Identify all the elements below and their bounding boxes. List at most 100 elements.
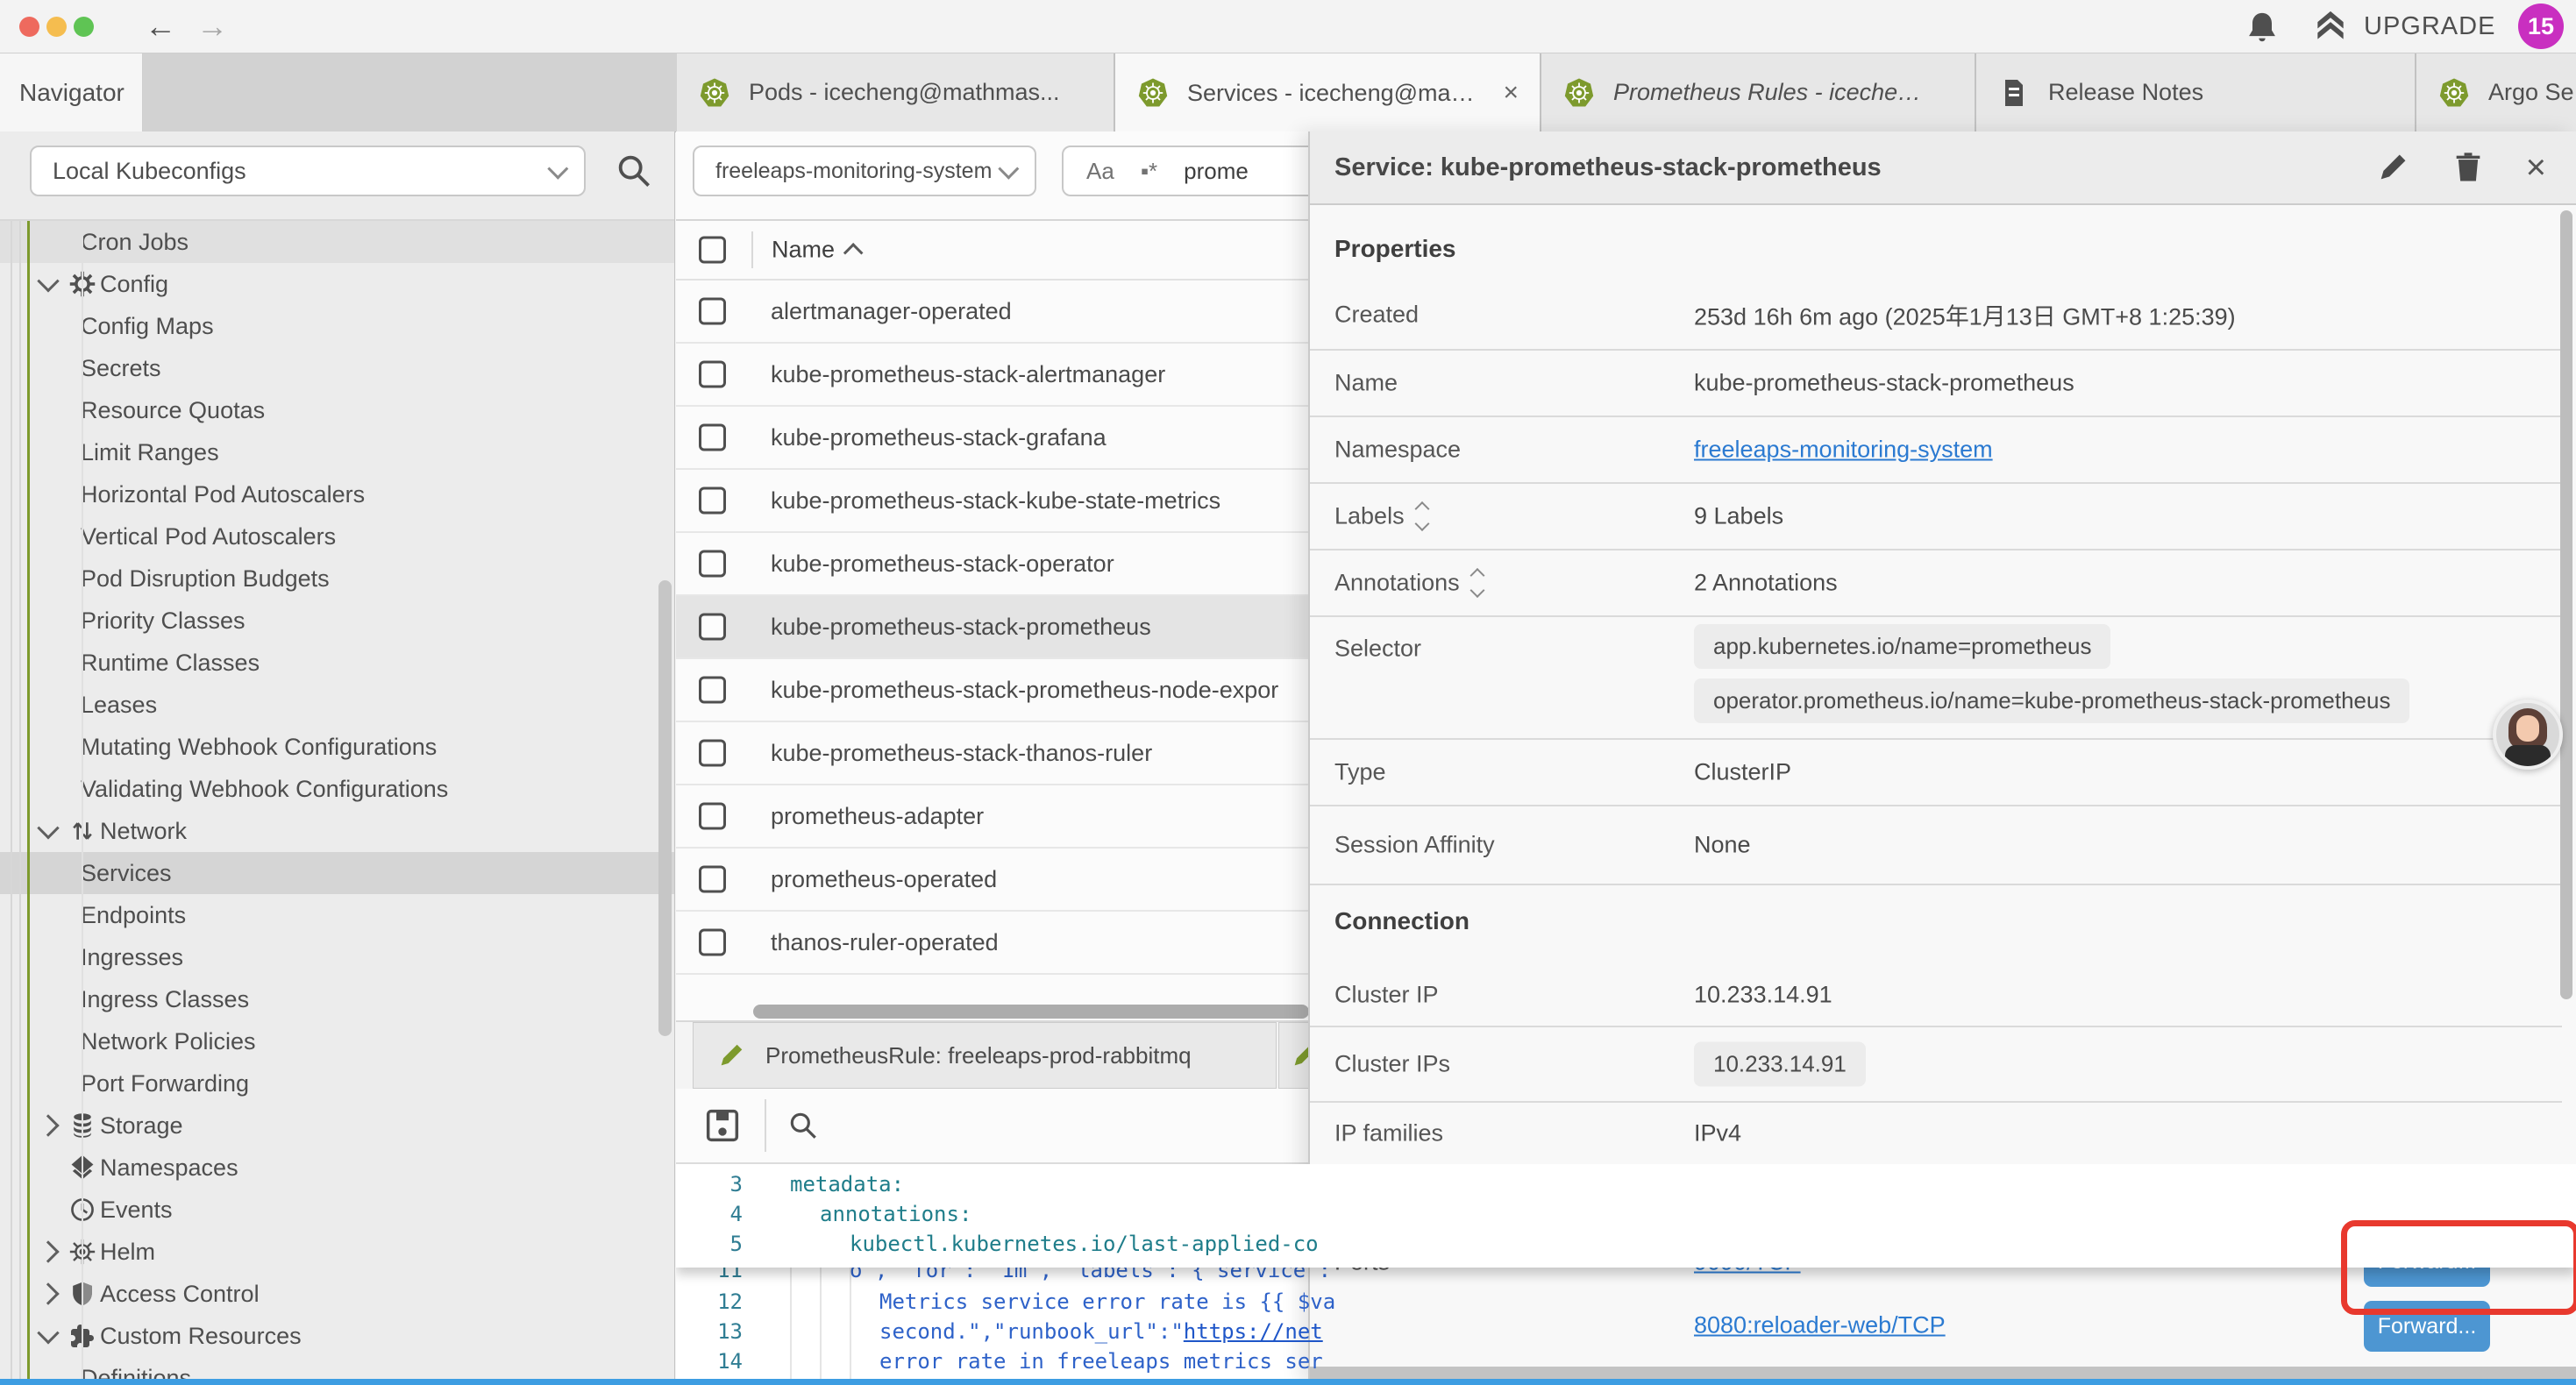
sidebar-item-storage[interactable]: Storage [0, 1104, 674, 1147]
sidebar-item-config[interactable]: Config [0, 263, 674, 305]
save-icon[interactable] [704, 1107, 741, 1144]
chevron-down-icon[interactable] [37, 817, 59, 839]
sidebar-item-network[interactable]: Network [0, 810, 674, 852]
close-traffic-light[interactable] [19, 17, 39, 37]
chevron-right-icon[interactable] [37, 1282, 59, 1304]
sidebar-item-priority-classes[interactable]: Priority Classes [0, 600, 674, 642]
sidebar-item-leases[interactable]: Leases [0, 684, 674, 726]
expand-collapse-icon[interactable] [1417, 504, 1427, 529]
row-checkbox[interactable] [699, 361, 726, 388]
sidebar-item-label: Network [100, 818, 187, 845]
sidebar-item-label: Secrets [81, 355, 161, 382]
tab-label: Prometheus Rules - icecheng... [1613, 79, 1929, 106]
selector-chip: operator.prometheus.io/name=kube-prometh… [1694, 678, 2409, 723]
user-avatar[interactable] [2493, 700, 2563, 770]
kubernetes-icon [698, 76, 731, 110]
sidebar-item-vertical-pod-autoscalers[interactable]: Vertical Pod Autoscalers [0, 515, 674, 558]
sidebar-item-cron-jobs[interactable]: Cron Jobs [0, 221, 674, 263]
notifications-bell-icon[interactable] [2243, 9, 2281, 47]
tab-argo-se[interactable]: Argo Se [2416, 53, 2576, 131]
namespaces-icon [65, 1151, 100, 1184]
row-checkbox[interactable] [699, 550, 726, 578]
regex-toggle[interactable]: ▪* [1141, 158, 1157, 185]
chevron-right-icon[interactable] [37, 1114, 59, 1136]
sidebar-item-secrets[interactable]: Secrets [0, 347, 674, 389]
sidebar-item-events[interactable]: Events [0, 1189, 674, 1231]
row-checkbox[interactable] [699, 298, 726, 325]
zoom-traffic-light[interactable] [74, 17, 94, 37]
namespace-link[interactable]: freeleaps-monitoring-system [1694, 437, 1993, 463]
yaml-editor[interactable]: 11o", "for": "1m", "labels": {"service":… [676, 1164, 2576, 1379]
puzzle-icon [65, 1319, 100, 1353]
row-checkbox[interactable] [699, 740, 726, 767]
sidebar-item-ingresses[interactable]: Ingresses [0, 936, 674, 978]
editor-tab-prometheusrule[interactable]: PrometheusRule: freeleaps-prod-rabbitmq [693, 1022, 1277, 1089]
upgrade-button[interactable]: UPGRADE [2311, 7, 2495, 46]
back-icon[interactable]: ← [145, 5, 176, 47]
service-name: kube-prometheus-stack-alertmanager [771, 361, 1165, 388]
tab-prometheus-rules-icecheng[interactable]: Prometheus Rules - icecheng... [1541, 53, 1976, 131]
connection-row-cluster-ip: Cluster IP 10.233.14.91 [1310, 964, 2562, 1027]
expand-collapse-icon[interactable] [1472, 571, 1483, 596]
property-row-selector: Selector app.kubernetes.io/name=promethe… [1310, 617, 2562, 740]
row-checkbox[interactable] [699, 424, 726, 451]
panel-scrollbar[interactable] [2560, 210, 2572, 999]
shield-icon [65, 1277, 100, 1310]
sidebar-item-endpoints[interactable]: Endpoints [0, 894, 674, 936]
row-checkbox[interactable] [699, 614, 726, 641]
sidebar-item-port-forwarding[interactable]: Port Forwarding [0, 1062, 674, 1104]
notification-count-badge[interactable]: 15 [2518, 4, 2564, 49]
close-icon[interactable]: × [2526, 150, 2546, 185]
chevron-down-icon[interactable] [37, 1322, 59, 1344]
sidebar-item-runtime-classes[interactable]: Runtime Classes [0, 642, 674, 684]
chevron-right-icon[interactable] [37, 1240, 59, 1262]
sidebar-item-label: Ingresses [81, 944, 183, 971]
kubeconfig-selector[interactable]: Local Kubeconfigs [30, 146, 586, 196]
sidebar-item-validating-webhook-configurations[interactable]: Validating Webhook Configurations [0, 768, 674, 810]
close-tab-icon[interactable]: × [1503, 78, 1519, 108]
horizontal-scrollbar[interactable] [753, 1005, 1309, 1019]
select-all-checkbox[interactable] [699, 237, 726, 264]
editor-tab-partial[interactable] [1278, 1022, 1309, 1089]
sidebar-item-resource-quotas[interactable]: Resource Quotas [0, 389, 674, 431]
sidebar-item-label: Helm [100, 1239, 155, 1266]
chevron-down-icon[interactable] [37, 270, 59, 292]
runbook-url-link[interactable]: https://net [1184, 1319, 1323, 1344]
filter-query-text: prome [1184, 158, 1249, 185]
sidebar-item-namespaces[interactable]: Namespaces [0, 1147, 674, 1189]
row-checkbox[interactable] [699, 677, 726, 704]
sidebar-item-label: Pod Disruption Budgets [81, 565, 330, 593]
tab-pods-icecheng-mathmas[interactable]: Pods - icecheng@mathmas... [677, 53, 1115, 131]
sidebar-search-icon[interactable] [614, 151, 654, 191]
sidebar-item-access-control[interactable]: Access Control [0, 1273, 674, 1315]
property-row-labels: Labels 9 Labels [1310, 484, 2562, 550]
name-column-header[interactable]: Name [772, 237, 863, 264]
editor-search-icon[interactable] [786, 1109, 820, 1142]
delete-trash-icon[interactable] [2451, 150, 2486, 185]
sidebar-scrollbar[interactable] [658, 580, 672, 1036]
sidebar-item-horizontal-pod-autoscalers[interactable]: Horizontal Pod Autoscalers [0, 473, 674, 515]
navigator-panel-tab[interactable]: Navigator [0, 53, 143, 131]
tab-release-notes[interactable]: Release Notes [1976, 53, 2416, 131]
edit-pencil-icon[interactable] [2375, 150, 2410, 185]
row-checkbox[interactable] [699, 803, 726, 830]
property-row-created: Created 253d 16h 6m ago (2025年1月13日 GMT+… [1310, 281, 2562, 351]
sidebar-item-mutating-webhook-configurations[interactable]: Mutating Webhook Configurations [0, 726, 674, 768]
sidebar-item-limit-ranges[interactable]: Limit Ranges [0, 431, 674, 473]
sidebar-item-pod-disruption-budgets[interactable]: Pod Disruption Budgets [0, 558, 674, 600]
row-checkbox[interactable] [699, 929, 726, 956]
namespace-selector[interactable]: freeleaps-monitoring-system [693, 146, 1036, 196]
sidebar-item-services[interactable]: Services [0, 852, 674, 894]
sidebar-item-ingress-classes[interactable]: Ingress Classes [0, 978, 674, 1020]
row-checkbox[interactable] [699, 866, 726, 893]
tab-services-icecheng-math[interactable]: Services - icecheng@math...× [1115, 53, 1541, 132]
match-case-toggle[interactable]: Aa [1086, 158, 1114, 185]
sidebar-item-config-maps[interactable]: Config Maps [0, 305, 674, 347]
minimize-traffic-light[interactable] [46, 17, 67, 37]
sidebar-item-label: Network Policies [81, 1028, 256, 1055]
sidebar-item-helm[interactable]: Helm [0, 1231, 674, 1273]
sidebar-item-network-policies[interactable]: Network Policies [0, 1020, 674, 1062]
row-checkbox[interactable] [699, 487, 726, 515]
forward-icon[interactable]: → [196, 5, 228, 47]
sidebar-item-custom-resources[interactable]: Custom Resources [0, 1315, 674, 1357]
